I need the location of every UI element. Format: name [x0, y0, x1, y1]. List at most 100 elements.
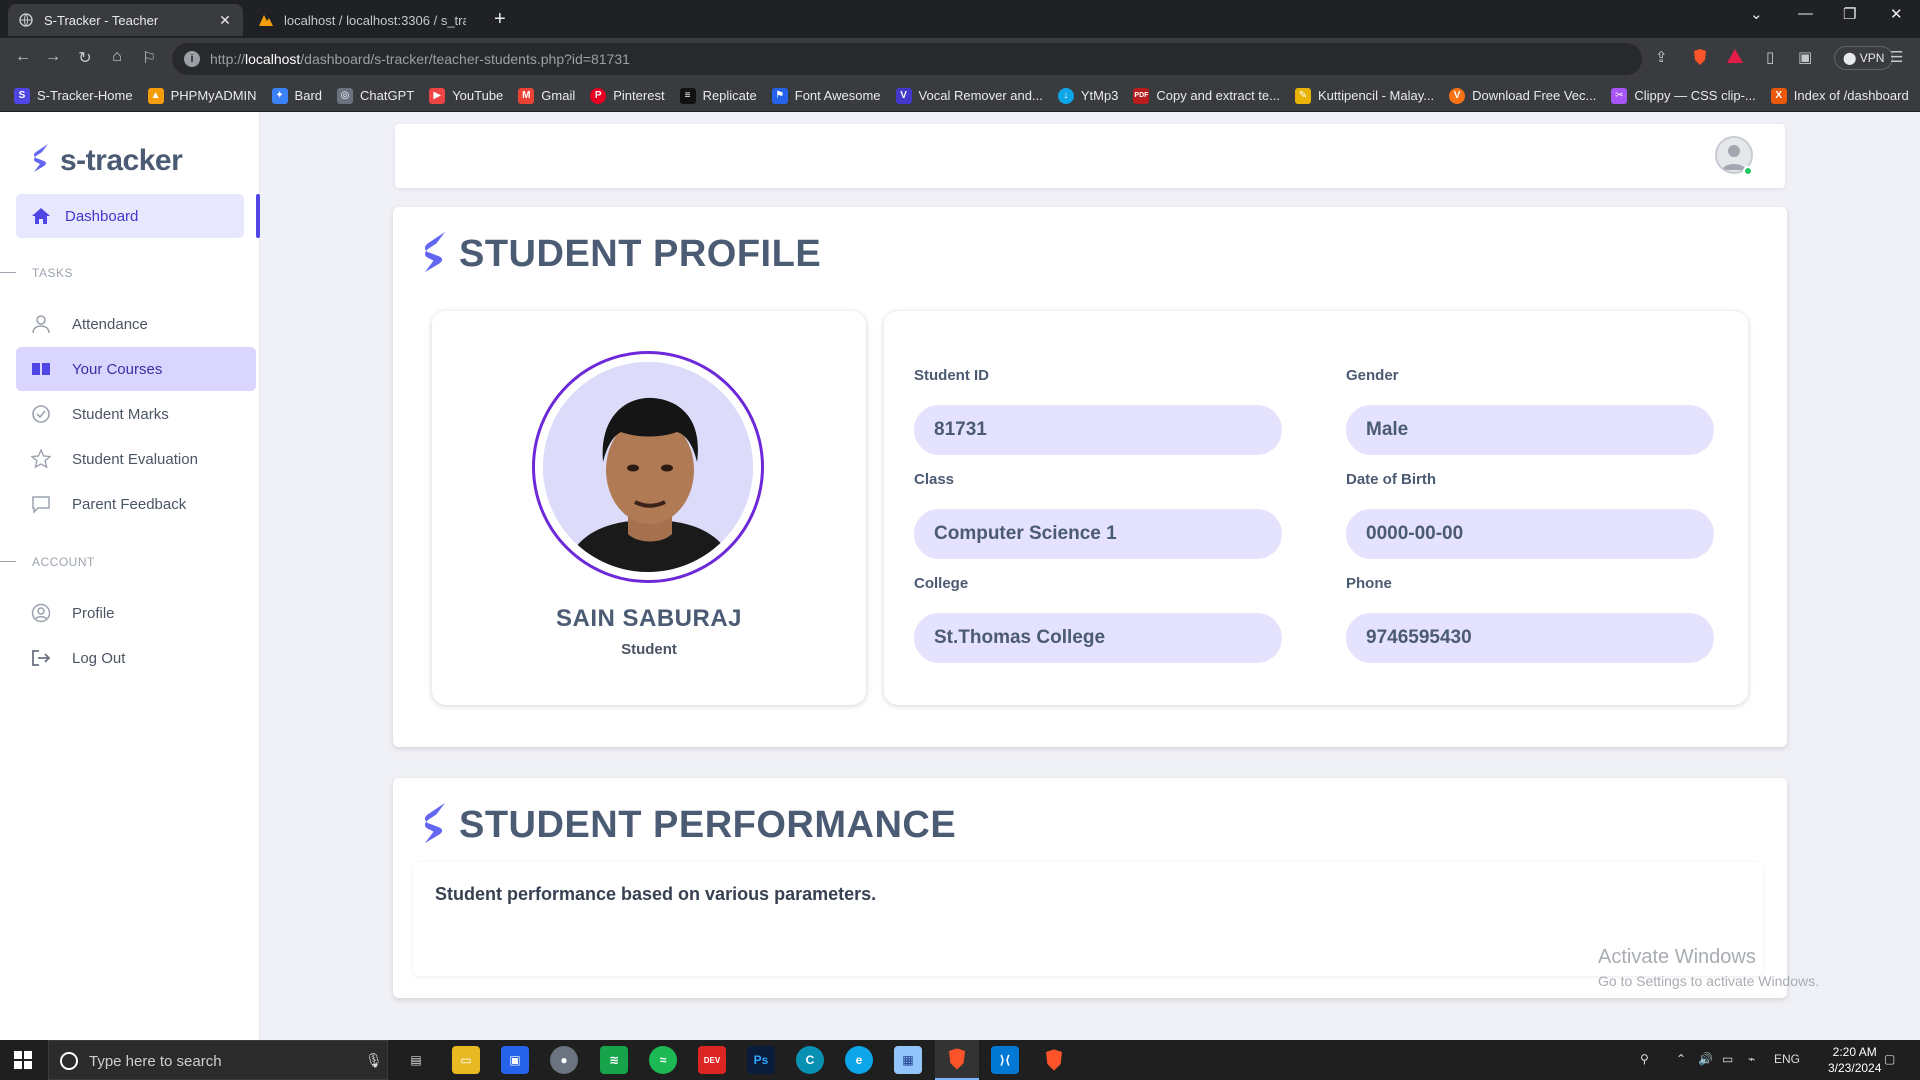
person-icon[interactable]: ⚲ — [1640, 1052, 1649, 1066]
task-view-icon[interactable]: ▤ — [402, 1046, 430, 1074]
canva-icon[interactable]: C — [796, 1046, 824, 1074]
chevron-down-icon[interactable]: ⌄ — [1750, 5, 1763, 23]
bookmark-chatgpt[interactable]: ◎ ChatGPT — [337, 87, 414, 104]
brave-taskbar-icon-2[interactable] — [1040, 1046, 1068, 1074]
url-prefix: http:// — [210, 51, 246, 67]
stack-app-icon[interactable]: ≋ — [600, 1046, 628, 1074]
sidebar-toggle-icon[interactable]: ▯ — [1766, 48, 1774, 66]
file-explorer-icon[interactable]: ▭ — [452, 1046, 480, 1074]
student-photo — [543, 362, 753, 572]
watermark-title: Activate Windows — [1598, 946, 1756, 968]
home-icon — [30, 205, 52, 227]
bookmark-icon[interactable]: ⚐ — [138, 48, 160, 68]
wallet-icon[interactable]: ▣ — [1798, 48, 1812, 66]
bookmark-replicate[interactable]: ≡ Replicate — [679, 87, 757, 104]
edge-icon[interactable]: e — [845, 1046, 873, 1074]
close-window-button[interactable]: ✕ — [1890, 5, 1903, 23]
taskbar-search-input[interactable]: Type here to search 🎙 — [48, 1040, 388, 1080]
vpn-button[interactable]: ⬤ VPN — [1834, 46, 1894, 70]
search-icon — [60, 1052, 78, 1070]
bookmark-bard[interactable]: ✦ Bard — [271, 87, 322, 104]
reload-icon[interactable]: ↻ — [74, 48, 96, 68]
bookmark-download-vec[interactable]: V Download Free Vec... — [1449, 87, 1596, 104]
bookmark-ytmp3[interactable]: ↓ YtMp3 — [1057, 87, 1118, 104]
tab-title: S-Tracker - Teacher — [44, 12, 159, 28]
microphone-icon[interactable]: 🎙 — [365, 1052, 383, 1069]
brave-taskbar-icon[interactable] — [935, 1040, 979, 1080]
student-id-label: Student ID — [914, 367, 989, 384]
bookmark-s-tracker-home[interactable]: S S-Tracker-Home — [14, 87, 133, 104]
forward-icon[interactable]: → — [42, 48, 64, 66]
brave-rewards-icon[interactable] — [1726, 48, 1744, 68]
bookmark-gmail[interactable]: M Gmail — [518, 87, 575, 104]
back-icon[interactable]: ← — [12, 48, 34, 66]
vecteezy-icon: V — [1449, 87, 1466, 104]
new-tab-button[interactable]: + — [494, 8, 506, 30]
bookmark-font-awesome[interactable]: ⚑ Font Awesome — [771, 87, 881, 104]
home-icon[interactable]: ⌂ — [106, 48, 128, 66]
brand-logo[interactable]: s-tracker — [30, 142, 183, 179]
clock-time: 2:20 AM — [1832, 1045, 1877, 1059]
sidebar-item-logout[interactable]: Log Out — [16, 636, 256, 680]
sidebar-item-attendance[interactable]: Attendance — [16, 302, 256, 346]
photoshop-icon[interactable]: Ps — [747, 1046, 775, 1074]
bookmark-kuttipencil[interactable]: ✎ Kuttipencil - Malay... — [1294, 87, 1434, 104]
sidebar-item-dashboard[interactable]: Dashboard — [16, 194, 244, 238]
user-circle-icon — [30, 602, 52, 624]
tab-phpmyadmin[interactable]: localhost / localhost:3306 / s_tracker — [248, 4, 476, 36]
globe-icon — [18, 12, 34, 28]
sidebar-item-student-evaluation[interactable]: Student Evaluation — [16, 437, 256, 481]
pinterest-icon: P — [590, 87, 607, 104]
windows-start-icon[interactable] — [14, 1051, 32, 1069]
sidebar-item-student-marks[interactable]: Student Marks — [16, 392, 256, 436]
vscode-icon[interactable]: ⟩⟨ — [991, 1046, 1019, 1074]
college-label: College — [914, 575, 969, 592]
brave-shield-icon[interactable] — [1692, 48, 1708, 70]
bookmark-label: Copy and extract te... — [1156, 88, 1280, 103]
bookmark-label: Pinterest — [613, 88, 665, 103]
bookmark-index-dashboard[interactable]: X Index of /dashboard — [1770, 87, 1909, 104]
bookmark-copy-extract[interactable]: PDF Copy and extract te... — [1133, 87, 1280, 104]
bookmark-pinterest[interactable]: P Pinterest — [590, 87, 665, 104]
sidebar-item-label: Parent Feedback — [72, 495, 187, 513]
notification-icon[interactable]: ▢ — [1884, 1052, 1895, 1066]
student-id-field: 81731 — [914, 405, 1282, 455]
restore-button[interactable]: ❐ — [1843, 5, 1856, 23]
pdf-icon: PDF — [1133, 87, 1150, 104]
spotify-icon[interactable]: ≈ — [649, 1046, 677, 1074]
notepad-icon[interactable]: ▦ — [894, 1046, 922, 1074]
bookmark-phpmyadmin[interactable]: ▲ PHPMyADMIN — [147, 87, 257, 104]
pencil-icon: ✎ — [1294, 87, 1311, 104]
volume-icon[interactable]: 🔊 — [1698, 1052, 1713, 1066]
gmail-icon: M — [518, 87, 535, 104]
vpn-label: VPN — [1859, 51, 1885, 65]
student-info-card: Student ID 81731 Gender Male Class Compu… — [884, 311, 1748, 705]
share-icon[interactable]: ⇪ — [1655, 48, 1668, 66]
chevron-up-icon[interactable]: ⌃ — [1676, 1052, 1686, 1066]
store-icon[interactable]: ▣ — [501, 1046, 529, 1074]
url-input[interactable]: i http://localhost/dashboard/s-tracker/t… — [172, 43, 1642, 75]
sidebar-item-your-courses[interactable]: Your Courses — [16, 347, 256, 391]
phpmyadmin-icon — [258, 12, 274, 28]
taskbar-clock[interactable]: 2:20 AM 3/23/2024 — [1828, 1044, 1881, 1076]
bookmark-label: Index of /dashboard — [1793, 88, 1909, 103]
bookmark-clippy[interactable]: ✂ Clippy — CSS clip-... — [1611, 87, 1756, 104]
close-tab-icon[interactable]: ✕ — [217, 12, 233, 29]
clock-date: 3/23/2024 — [1828, 1061, 1882, 1075]
sidebar-item-parent-feedback[interactable]: Parent Feedback — [16, 482, 256, 526]
network-icon[interactable]: ⌁ — [1748, 1052, 1755, 1066]
menu-icon[interactable]: ☰ — [1890, 48, 1903, 66]
sidebar-item-profile[interactable]: Profile — [16, 591, 256, 635]
bookmark-youtube[interactable]: ▶ YouTube — [429, 87, 503, 104]
chatgpt-icon: ◎ — [337, 87, 354, 104]
paint-icon[interactable]: ● — [550, 1046, 578, 1074]
battery-icon[interactable]: ▭ — [1722, 1052, 1733, 1066]
minimize-button[interactable]: — — [1798, 5, 1813, 22]
language-indicator[interactable]: ENG — [1774, 1052, 1800, 1066]
tab-s-tracker[interactable]: S-Tracker - Teacher ✕ — [8, 4, 243, 36]
section-title: STUDENT PERFORMANCE — [459, 804, 957, 846]
devcpp-icon[interactable]: DEV — [698, 1046, 726, 1074]
bookmark-vocal-remover[interactable]: V Vocal Remover and... — [895, 87, 1043, 104]
section-divider — [0, 272, 16, 273]
info-icon[interactable]: i — [184, 51, 200, 67]
